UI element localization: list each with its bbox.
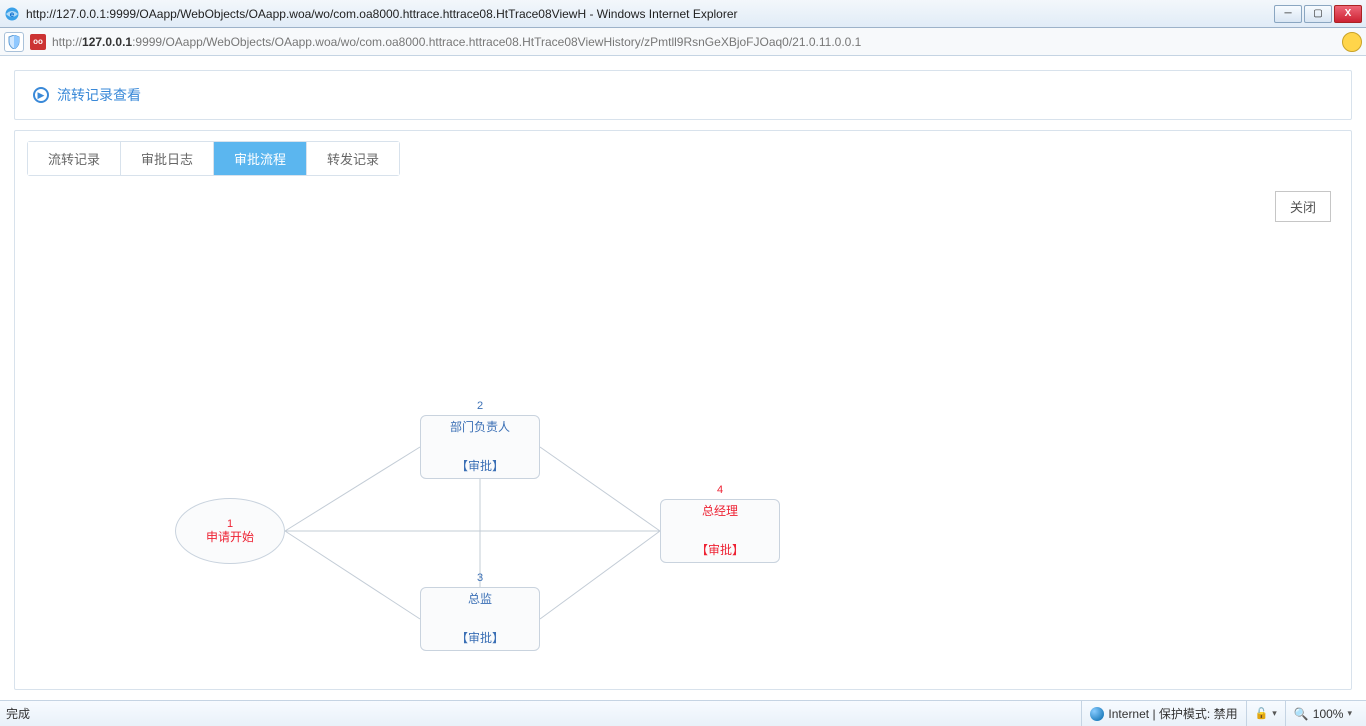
panel-title: 流转记录查看 bbox=[57, 85, 141, 105]
address-bar: oo http://127.0.0.1:9999/OAapp/WebObject… bbox=[0, 28, 1366, 56]
flow-node-n2[interactable]: 2部门负责人【审批】 bbox=[420, 415, 540, 479]
chevron-down-icon: ▾ bbox=[1272, 708, 1277, 719]
svg-text:e: e bbox=[10, 10, 15, 19]
tab-2[interactable]: 审批流程 bbox=[214, 142, 307, 175]
flow-node-n3[interactable]: 3总监【审批】 bbox=[420, 587, 540, 651]
page-viewport: ▶ 流转记录查看 流转记录审批日志审批流程转发记录 关闭 1申请开始 2部门负责人… bbox=[0, 56, 1366, 700]
window-maximize-button[interactable]: ▢ bbox=[1304, 5, 1332, 23]
panel: ▶ 流转记录查看 bbox=[14, 70, 1352, 120]
security-shield-icon[interactable] bbox=[4, 32, 24, 52]
compat-view-icon[interactable] bbox=[1342, 32, 1362, 52]
tab-1[interactable]: 审批日志 bbox=[121, 142, 214, 175]
close-button[interactable]: 关闭 bbox=[1275, 191, 1331, 222]
flow-node-n4[interactable]: 4总经理【审批】 bbox=[660, 499, 780, 563]
lock-off-icon: 🔓 bbox=[1255, 707, 1269, 720]
window-title: http://127.0.0.1:9999/OAapp/WebObjects/O… bbox=[26, 7, 1274, 21]
arrow-right-circle-icon: ▶ bbox=[33, 87, 49, 103]
tab-0[interactable]: 流转记录 bbox=[28, 142, 121, 175]
flow-node-n1[interactable]: 1申请开始 bbox=[175, 498, 285, 564]
chevron-down-icon: ▾ bbox=[1347, 708, 1352, 719]
magnifier-icon: 🔍 bbox=[1294, 707, 1309, 721]
tab-bar: 流转记录审批日志审批流程转发记录 bbox=[27, 141, 400, 176]
flow-edges bbox=[15, 251, 1351, 691]
zoom-control[interactable]: 🔍 100% ▾ bbox=[1285, 701, 1360, 726]
globe-icon bbox=[1090, 707, 1104, 721]
flow-canvas: 1申请开始 2部门负责人【审批】 3总监【审批】 4总经理【审批】 bbox=[15, 251, 1351, 691]
url-text[interactable]: http://127.0.0.1:9999/OAapp/WebObjects/O… bbox=[52, 35, 1336, 49]
status-security[interactable]: 🔓 ▾ bbox=[1246, 701, 1285, 726]
panel-body: 流转记录审批日志审批流程转发记录 关闭 1申请开始 2部门负责人【审批】 3总监【审… bbox=[14, 130, 1352, 690]
status-bar: 完成 Internet | 保护模式: 禁用 🔓 ▾ 🔍 100% ▾ bbox=[0, 700, 1366, 726]
ie-icon: e bbox=[4, 6, 20, 22]
tab-3[interactable]: 转发记录 bbox=[307, 142, 399, 175]
panel-header: ▶ 流转记录查看 bbox=[15, 71, 1351, 119]
window-close-button[interactable]: X bbox=[1334, 5, 1362, 23]
site-icon: oo bbox=[30, 34, 46, 50]
status-internet: Internet | 保护模式: 禁用 bbox=[1081, 701, 1245, 726]
window-titlebar: e http://127.0.0.1:9999/OAapp/WebObjects… bbox=[0, 0, 1366, 28]
window-minimize-button[interactable]: ─ bbox=[1274, 5, 1302, 23]
status-left: 完成 bbox=[6, 705, 1081, 722]
